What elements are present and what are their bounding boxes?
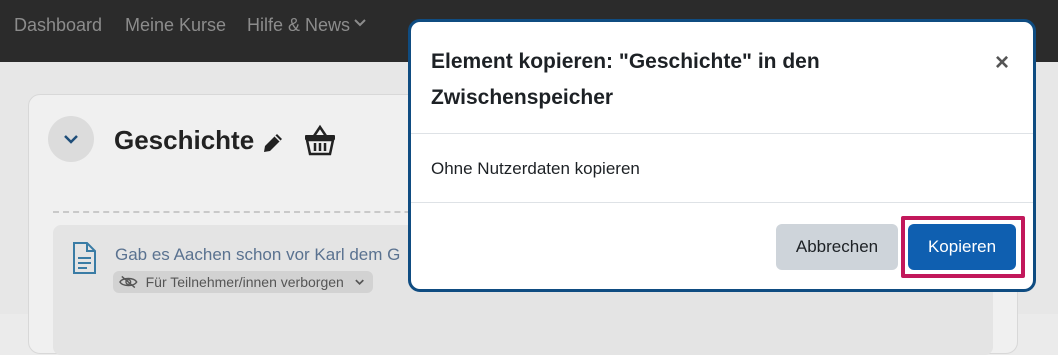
modal-body: Ohne Nutzerdaten kopieren — [411, 135, 1033, 203]
cancel-button[interactable]: Abbrechen — [776, 224, 898, 270]
copy-button[interactable]: Kopieren — [908, 224, 1016, 270]
close-icon: × — [994, 49, 1009, 76]
modal-footer: Abbrechen Kopieren — [411, 204, 1033, 289]
modal-title: Element kopieren: "Geschichte" in den Zw… — [431, 50, 820, 109]
close-button[interactable]: × — [993, 49, 1011, 76]
modal-body-text: Ohne Nutzerdaten kopieren — [431, 159, 640, 178]
copy-to-clipboard-dialog: Element kopieren: "Geschichte" in den Zw… — [408, 19, 1036, 292]
modal-header: Element kopieren: "Geschichte" in den Zw… — [411, 22, 1033, 134]
